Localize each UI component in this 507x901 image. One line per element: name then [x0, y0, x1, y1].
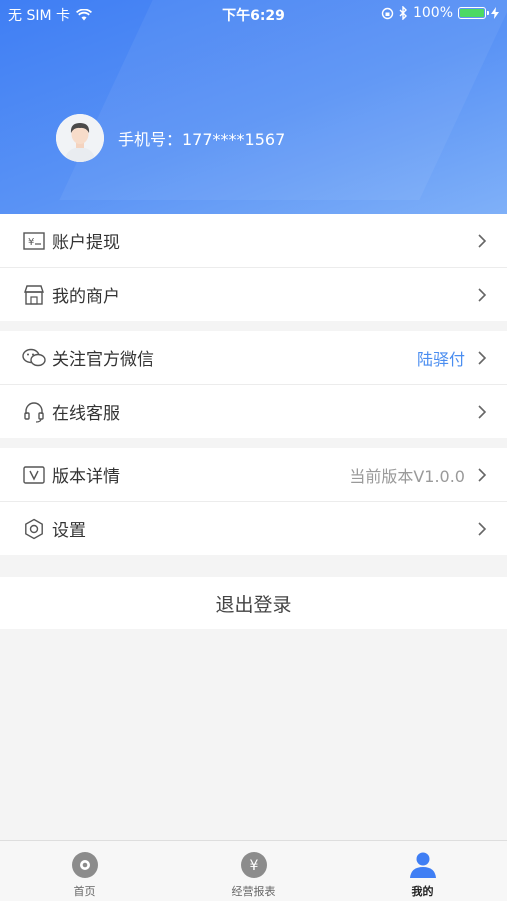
chevron-right-icon	[478, 234, 487, 248]
tab-bar: 首页 ¥ 经营报表 我的	[0, 840, 507, 901]
chevron-right-icon	[478, 288, 487, 302]
orientation-lock-icon	[381, 7, 394, 19]
menu-item-wechat[interactable]: 关注官方微信 陆驿付	[0, 331, 507, 384]
battery-percent: 100%	[412, 5, 453, 21]
menu-item-online-service[interactable]: 在线客服	[0, 384, 507, 438]
menu-label: 账户提现	[52, 233, 120, 253]
tab-mine[interactable]: 我的	[338, 841, 507, 901]
logout-button[interactable]: 退出登录	[0, 577, 507, 629]
yen-icon: ¥	[240, 852, 267, 878]
chevron-right-icon	[478, 351, 487, 365]
tab-label: 我的	[411, 885, 434, 898]
gear-icon	[21, 516, 47, 542]
menu-group-support: 关注官方微信 陆驿付 在线客服	[0, 331, 507, 438]
menu-item-withdraw[interactable]: ¥ 账户提现	[0, 214, 507, 267]
svg-text:¥: ¥	[28, 237, 34, 248]
avatar[interactable]	[56, 114, 104, 162]
menu-group-app: 版本详情 当前版本V1.0.0 设置	[0, 448, 507, 555]
chevron-right-icon	[478, 405, 487, 419]
phone-number: 手机号：177****1567	[118, 130, 286, 149]
wechat-icon	[21, 345, 47, 371]
status-bar: 无 SIM 卡 下午6:29 100%	[0, 0, 507, 28]
bluetooth-icon	[399, 6, 407, 20]
person-icon	[409, 852, 436, 878]
menu-label: 我的商户	[52, 287, 120, 307]
headset-icon	[21, 399, 47, 425]
tab-home[interactable]: 首页	[0, 841, 169, 901]
charging-icon	[491, 7, 499, 19]
user-profile[interactable]: 手机号：177****1567	[56, 114, 285, 162]
profile-header: 无 SIM 卡 下午6:29 100% 手机号：177****1567	[0, 0, 507, 214]
menu-label: 在线客服	[52, 404, 120, 424]
avatar-person-icon	[56, 114, 104, 162]
store-icon	[21, 282, 47, 308]
svg-text:¥: ¥	[249, 858, 258, 874]
tab-label: 首页	[73, 885, 96, 898]
version-icon	[21, 462, 47, 488]
wechat-account-value: 陆驿付	[416, 349, 465, 369]
menu-item-version[interactable]: 版本详情 当前版本V1.0.0	[0, 448, 507, 501]
menu-label: 关注官方微信	[52, 350, 154, 370]
menu-label: 设置	[52, 521, 86, 541]
menu-item-merchants[interactable]: 我的商户	[0, 267, 507, 321]
menu-label: 版本详情	[52, 467, 120, 487]
battery-icon	[458, 7, 489, 19]
home-icon	[71, 852, 98, 878]
chevron-right-icon	[478, 468, 487, 482]
menu-item-settings[interactable]: 设置	[0, 501, 507, 555]
tab-label: 经营报表	[231, 885, 276, 898]
tab-reports[interactable]: ¥ 经营报表	[169, 841, 338, 901]
chevron-right-icon	[478, 522, 487, 536]
cash-icon: ¥	[21, 228, 47, 254]
version-value: 当前版本V1.0.0	[349, 466, 465, 486]
menu-group-account: ¥ 账户提现 我的商户	[0, 214, 507, 321]
